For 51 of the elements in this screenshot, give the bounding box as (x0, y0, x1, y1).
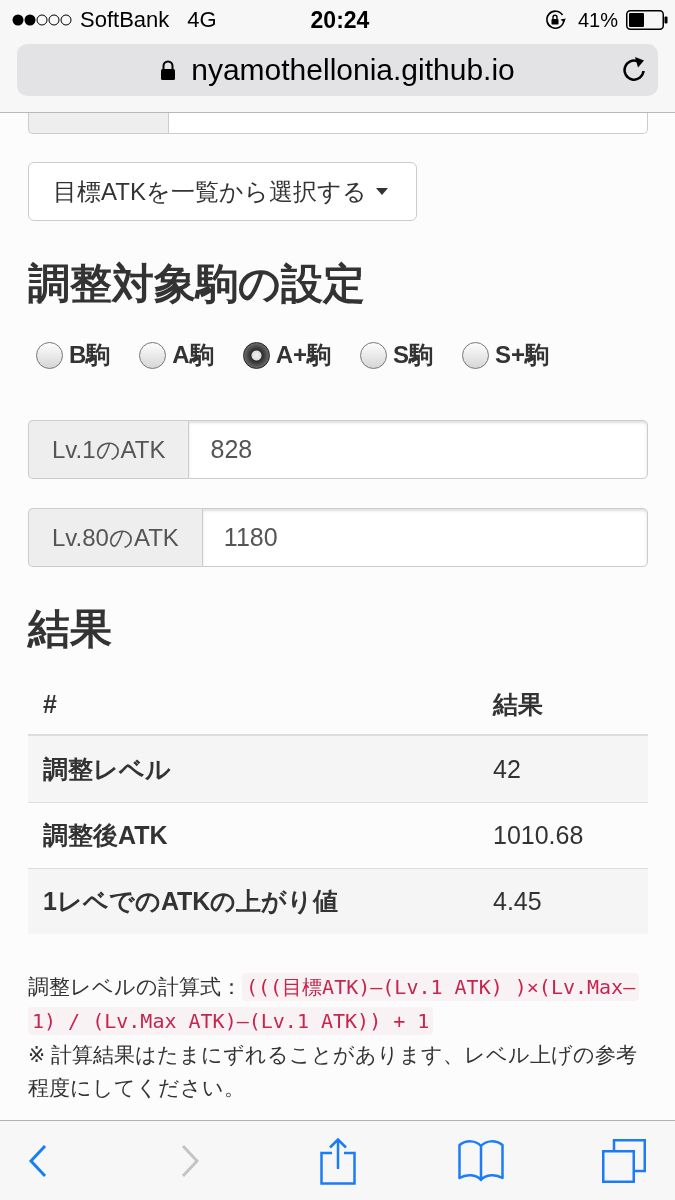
input-addon: Lv.1のATK (28, 420, 189, 479)
reload-icon[interactable] (620, 56, 648, 84)
note-text: ※ 計算結果はたまにずれることがあります、レベル上げの参考程度にしてください。 (28, 1042, 638, 1101)
dropdown-button[interactable]: 目標ATKを一覧から選択する (28, 162, 417, 221)
input-addon: Lv.80のATK (28, 508, 202, 567)
radio-label[interactable]: B駒 (69, 339, 111, 371)
network-type: 4G (187, 7, 217, 33)
battery-icon (626, 10, 668, 30)
atk-input[interactable]: 828 (188, 420, 648, 479)
lock-icon (160, 60, 177, 80)
radio-button[interactable] (242, 341, 270, 369)
tabs-button[interactable] (602, 1138, 646, 1183)
radio-button[interactable] (139, 341, 167, 369)
atk-input[interactable]: 1180 (201, 508, 648, 567)
radio-label[interactable]: S+駒 (495, 339, 550, 371)
radio-button[interactable] (36, 341, 63, 369)
table-cell-text: 4.45 (492, 887, 543, 916)
back-button[interactable] (28, 1143, 48, 1178)
radio-label[interactable]: A駒 (172, 339, 214, 371)
table-cell-text: 調整レベル (42, 753, 172, 785)
carrier-name: SoftBank (80, 7, 170, 33)
section-heading: 調整対象駒の設定 (28, 261, 366, 307)
formula-code: (((目標ATK)–(Lv.1 ATK) )×(Lv.Max– (242, 973, 640, 1001)
chevron-right-icon (180, 1143, 200, 1178)
stacked-squares-icon (602, 1138, 646, 1183)
table-cell-text: 1010.68 (492, 821, 585, 850)
share-button[interactable] (320, 1136, 356, 1185)
formula-code: 1) / (Lv.Max ATK)–(Lv.1 ATK)) + 1 (28, 1007, 434, 1035)
address-bar[interactable]: nyamothellonia.github.io (17, 44, 658, 96)
signal-icon (12, 14, 72, 26)
battery-percent: 41% (577, 8, 618, 32)
table-cell-text: 調整後ATK (42, 820, 169, 851)
caret-icon (375, 188, 388, 195)
open-book-icon (458, 1138, 504, 1183)
section-heading: 結果 (28, 606, 113, 652)
table-cell-text: 1レベでのATKの上がり値 (42, 886, 340, 917)
chevron-left-icon (28, 1143, 48, 1178)
share-icon (320, 1136, 356, 1185)
table-cell-text: 42 (492, 754, 522, 784)
clock: 20:24 (310, 6, 370, 34)
bookmarks-button[interactable] (458, 1138, 504, 1183)
formula-label: 調整レベルの計算式： (28, 975, 242, 998)
radio-button[interactable] (360, 341, 388, 369)
radio-label[interactable]: A+駒 (275, 339, 332, 371)
table-header: # (42, 689, 58, 719)
rotation-lock-icon (543, 9, 566, 31)
table-header: 結果 (491, 688, 544, 720)
radio-label[interactable]: S駒 (393, 339, 434, 371)
radio-button[interactable] (462, 341, 490, 369)
url-text: nyamothellonia.github.io (191, 53, 515, 87)
text-field[interactable] (168, 113, 648, 134)
